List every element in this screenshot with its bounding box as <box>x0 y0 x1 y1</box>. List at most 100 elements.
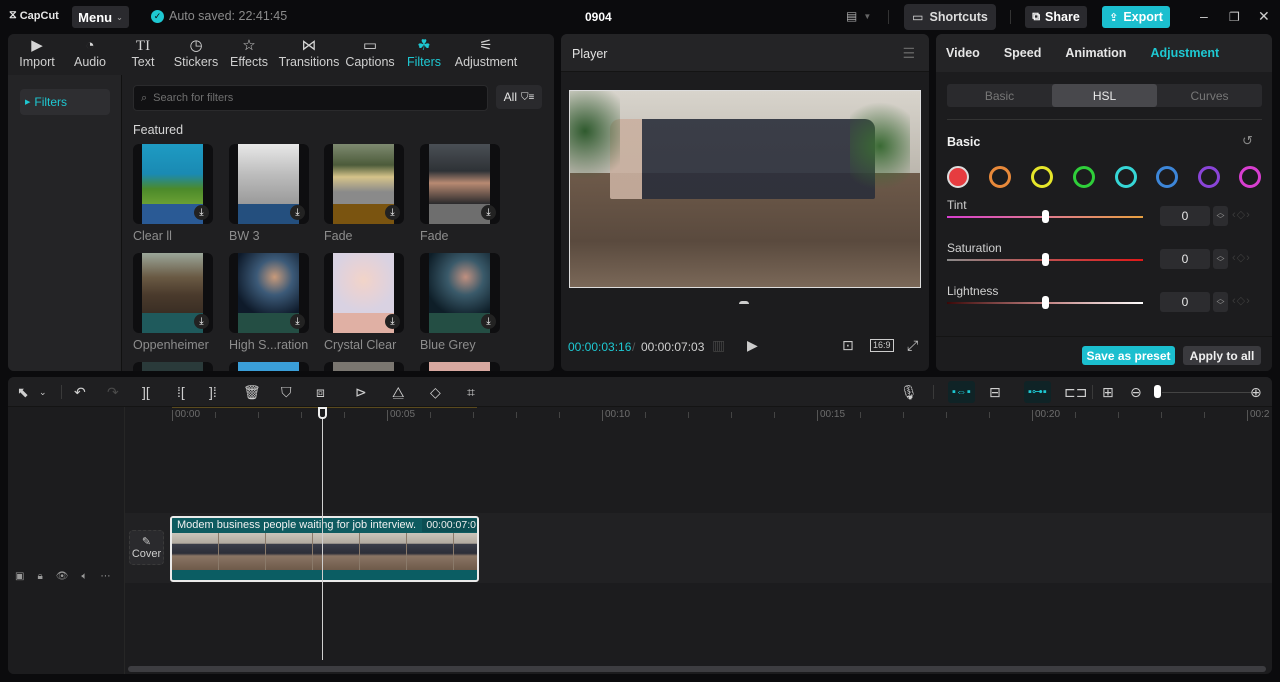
download-icon[interactable]: ⤓ <box>290 205 305 220</box>
search-input[interactable]: ⌕ Search for filters <box>133 85 488 111</box>
color-orange[interactable] <box>989 166 1011 188</box>
filter-card[interactable]: ⤓ Fade <box>420 144 500 243</box>
tab-animation[interactable]: Animation <box>1065 46 1126 60</box>
segment-basic[interactable]: Basic <box>947 84 1052 107</box>
color-yellow[interactable] <box>1031 166 1053 188</box>
video-preview[interactable] <box>569 90 921 288</box>
rotate-icon[interactable]: ◇ <box>430 383 441 401</box>
stepper-icon[interactable]: ︿ ﹀ <box>1213 206 1228 226</box>
reverse-icon[interactable]: ⊳ <box>355 383 367 401</box>
fullscreen-icon[interactable]: ⤢ <box>907 337 918 354</box>
filter-card[interactable]: ⤓ Oppenheimer <box>133 253 213 352</box>
playhead-handle[interactable] <box>318 407 327 419</box>
reset-icon[interactable]: ↺ <box>1242 133 1253 149</box>
chevron-down-icon[interactable]: ⌄ <box>39 383 47 401</box>
filter-card[interactable] <box>133 362 213 371</box>
horizontal-scrollbar[interactable] <box>128 666 1266 672</box>
main-track-magnet-icon[interactable]: ▪⇔▪ <box>948 381 975 403</box>
filter-card[interactable] <box>420 362 500 371</box>
tab-filters[interactable]: ☘ Filters <box>398 34 450 75</box>
track-preview-icon[interactable]: ▣ <box>15 571 24 582</box>
share-button[interactable]: ⧉ Share <box>1025 6 1087 28</box>
auto-snap-icon[interactable]: ⊟ <box>989 383 1001 401</box>
aspect-ratio-button[interactable]: 16:9 <box>870 339 894 352</box>
keyframe-icon[interactable]: ‹◇› <box>1232 294 1251 307</box>
download-icon[interactable]: ⤓ <box>290 314 305 329</box>
split-view-icon[interactable]: ⊏⊐ <box>1064 383 1087 401</box>
stepper-icon[interactable]: ︿ ﹀ <box>1213 292 1228 312</box>
filter-card[interactable]: ⤓ Clear ll <box>133 144 213 243</box>
play-icon[interactable]: ▶ <box>747 337 758 354</box>
saturation-input[interactable]: 0 <box>1160 249 1210 269</box>
menu-button[interactable]: Menu ⌄ <box>72 6 129 28</box>
tab-transitions[interactable]: ⋈ Transitions <box>276 34 342 75</box>
filter-card[interactable] <box>229 362 309 371</box>
tab-video[interactable]: Video <box>946 46 980 60</box>
preview-handle[interactable] <box>739 301 749 304</box>
keyframe-icon[interactable]: ‹◇› <box>1232 208 1251 221</box>
minimize-icon[interactable]: – <box>1200 8 1208 24</box>
segment-hsl[interactable]: HSL <box>1052 84 1157 107</box>
eye-icon[interactable]: 👁︎ <box>56 571 69 582</box>
color-cyan[interactable] <box>1115 166 1137 188</box>
download-icon[interactable]: ⤓ <box>385 205 400 220</box>
download-icon[interactable]: ⤓ <box>385 314 400 329</box>
download-icon[interactable]: ⤓ <box>481 205 496 220</box>
slider-knob[interactable] <box>1042 253 1049 266</box>
playhead-line[interactable] <box>322 407 323 660</box>
apply-to-all-button[interactable]: Apply to all <box>1183 346 1261 365</box>
stepper-icon[interactable]: ︿ ﹀ <box>1213 249 1228 269</box>
zoom-in-icon[interactable]: ⊕ <box>1250 383 1262 401</box>
slider-knob[interactable] <box>1042 296 1049 309</box>
download-icon[interactable]: ⤓ <box>481 314 496 329</box>
split-left-icon[interactable]: ⁞[ <box>177 383 185 401</box>
shortcuts-button[interactable]: ▭ Shortcuts <box>904 4 996 30</box>
slider-knob[interactable] <box>1042 210 1049 223</box>
linkage-icon[interactable]: ▪⊶▪ <box>1024 381 1051 403</box>
color-magenta[interactable] <box>1239 166 1261 188</box>
tab-import[interactable]: ▶︎ Import <box>10 34 64 75</box>
filter-card[interactable]: ⤓ Fade <box>324 144 404 243</box>
layout-button[interactable]: ▤ ▼ <box>846 9 871 23</box>
download-icon[interactable]: ⤓ <box>194 205 209 220</box>
hamburger-menu-icon[interactable]: ☰ <box>902 45 915 62</box>
tab-effects[interactable]: ☆ Effects <box>222 34 276 75</box>
mirror-icon[interactable]: ⧋ <box>392 383 405 401</box>
preview-zoom-icon[interactable]: ⊞ <box>1102 383 1114 401</box>
volume-icon[interactable]: 🔈︎ <box>81 571 87 582</box>
color-purple[interactable] <box>1198 166 1220 188</box>
split-icon[interactable]: ][ <box>142 383 150 401</box>
segment-curves[interactable]: Curves <box>1157 84 1262 107</box>
video-clip[interactable]: Modem business people waiting for job in… <box>170 516 479 582</box>
color-red[interactable] <box>947 166 969 188</box>
tab-adjustment[interactable]: Adjustment <box>1150 46 1219 60</box>
save-preset-button[interactable]: Save as preset <box>1082 346 1175 365</box>
filter-card[interactable]: ⤓ Crystal Clear <box>324 253 404 352</box>
frame-grid-icon[interactable]: ▥ <box>712 337 725 354</box>
timeline-ruler[interactable]: 00:00 00:05 00:10 00:15 00:20 00:2 <box>125 407 1272 425</box>
timeline-zoom-slider[interactable] <box>1162 392 1258 393</box>
zoom-out-icon[interactable]: ⊖ <box>1130 383 1142 401</box>
tab-text[interactable]: TI Text <box>116 34 170 75</box>
lightness-input[interactable]: 0 <box>1160 292 1210 312</box>
zoom-fit-icon[interactable]: ⊡ <box>842 337 854 354</box>
close-icon[interactable]: ✕ <box>1258 8 1270 25</box>
filter-card[interactable]: ⤓ High S...ration <box>229 253 309 352</box>
keyframe-icon[interactable]: ‹◇› <box>1232 251 1251 264</box>
tab-audio[interactable]: ◔ Audio <box>64 34 116 75</box>
tab-captions[interactable]: ▭ Captions <box>342 34 398 75</box>
marker-icon[interactable]: ⛉ <box>281 383 292 401</box>
filter-dropdown[interactable]: All ⛉≡ <box>496 85 542 109</box>
filter-card[interactable]: ⤓ Blue Grey <box>420 253 500 352</box>
delete-icon[interactable]: 🗑︎ <box>243 383 261 401</box>
undo-icon[interactable]: ↶ <box>74 383 86 401</box>
freeze-icon[interactable]: ⧈ <box>316 383 325 401</box>
export-button[interactable]: ⇪ Export <box>1102 6 1170 28</box>
split-right-icon[interactable]: ]⁞ <box>209 383 217 401</box>
tint-input[interactable]: 0 <box>1160 206 1210 226</box>
color-blue[interactable] <box>1156 166 1178 188</box>
filter-card[interactable]: ⤓ BW 3 <box>229 144 309 243</box>
zoom-slider-knob[interactable] <box>1154 385 1161 398</box>
tab-adjustment[interactable]: ⚟ Adjustment <box>450 34 522 75</box>
restore-icon[interactable]: ❐ <box>1229 10 1240 24</box>
